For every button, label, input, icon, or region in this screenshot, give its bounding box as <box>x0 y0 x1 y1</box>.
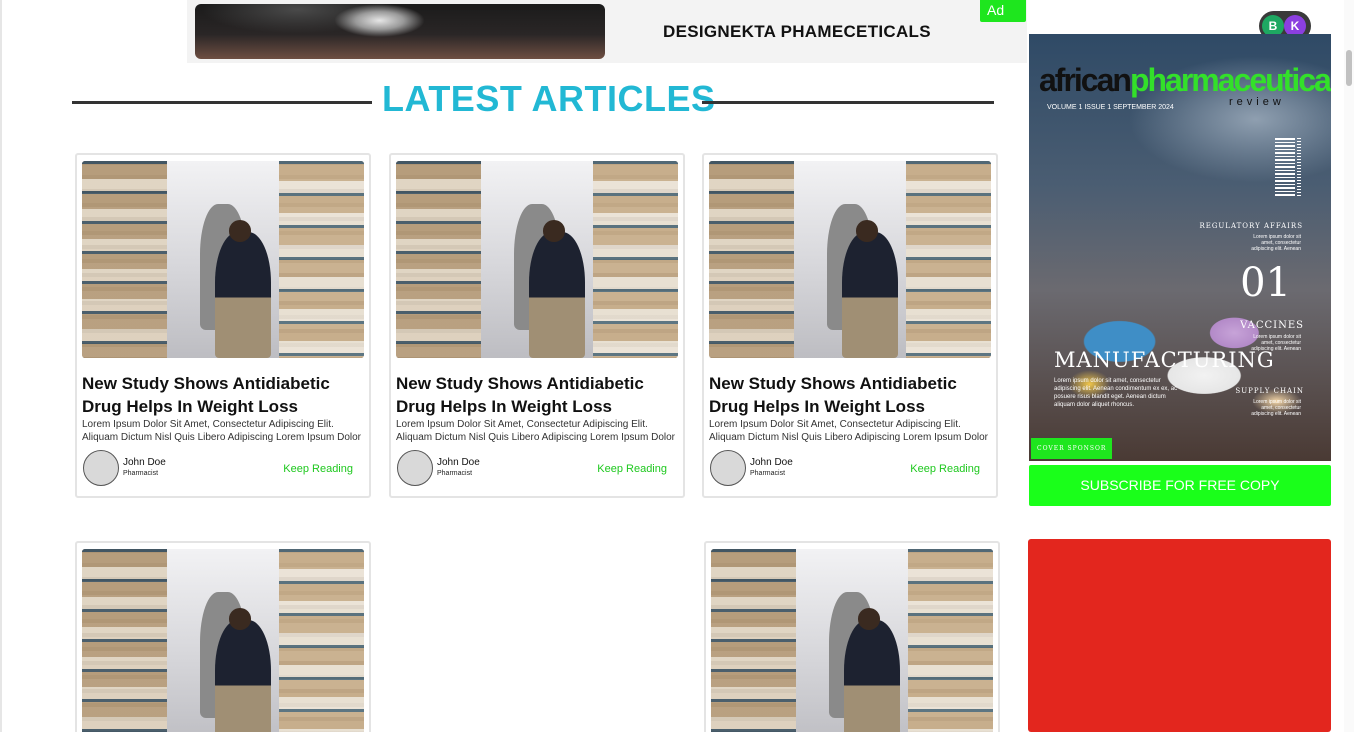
section-heading: LATEST ARTICLES <box>72 76 994 122</box>
cover-vaccines: VACCINES <box>1240 320 1304 331</box>
article-image[interactable] <box>396 161 678 358</box>
cover-sponsor-badge: COVER SPONSOR <box>1031 438 1113 459</box>
cover-regulatory: REGULATORY AFFAIRS <box>1199 222 1303 230</box>
cover-manufacturing-text: Lorem ipsum dolor sit amet, consectetur … <box>1054 378 1178 408</box>
article-excerpt: Lorem Ipsum Dolor Sit Amet, Consectetur … <box>396 419 675 443</box>
magazine-logo-sub: review <box>1229 96 1285 108</box>
ad-title: DESIGNEKTA PHAMECETICALS <box>663 22 931 41</box>
heading-divider-right <box>702 101 994 104</box>
sidebar-ad[interactable] <box>1028 539 1331 732</box>
author-role: Pharmacist <box>437 470 473 477</box>
cover-manufacturing: MANUFACTURING <box>1054 348 1275 372</box>
author-role: Pharmacist <box>750 470 786 477</box>
author-avatar <box>397 450 433 486</box>
author-role: Pharmacist <box>123 470 159 477</box>
barcode-text <box>1297 138 1301 196</box>
cover-supply-text: Lorem ipsum dolor sit amet, consectetur … <box>1251 399 1301 417</box>
scrollbar[interactable] <box>1344 0 1354 732</box>
article-image[interactable] <box>709 161 991 358</box>
page-edge <box>0 0 2 732</box>
article-card[interactable] <box>75 541 371 732</box>
ad-image[interactable] <box>195 4 605 59</box>
article-image[interactable] <box>711 549 993 732</box>
magazine-cover[interactable]: africanpharmaceutical review VOLUME 1 IS… <box>1029 34 1331 461</box>
article-title[interactable]: New Study Shows Antidiabetic Drug Helps … <box>709 372 994 418</box>
author-avatar <box>710 450 746 486</box>
subscribe-button[interactable]: SUBSCRIBE FOR FREE COPY <box>1029 465 1331 506</box>
article-excerpt: Lorem Ipsum Dolor Sit Amet, Consectetur … <box>82 419 361 443</box>
scrollbar-thumb[interactable] <box>1346 50 1352 86</box>
article-card[interactable] <box>704 541 1000 732</box>
ad-banner[interactable]: DESIGNEKTA PHAMECETICALS <box>187 0 1027 63</box>
keep-reading-link[interactable]: Keep Reading <box>283 463 353 475</box>
cover-supply-chain: SUPPLY CHAIN <box>1235 387 1304 395</box>
page-title: LATEST ARTICLES <box>382 78 716 119</box>
keep-reading-link[interactable]: Keep Reading <box>597 463 667 475</box>
ad-tag: Ad <box>980 0 1026 22</box>
article-card[interactable]: New Study Shows Antidiabetic Drug Helps … <box>75 153 371 498</box>
article-title[interactable]: New Study Shows Antidiabetic Drug Helps … <box>396 372 681 418</box>
heading-divider-left <box>72 101 372 104</box>
article-card[interactable]: New Study Shows Antidiabetic Drug Helps … <box>702 153 998 498</box>
cover-issue-number: 01 <box>1240 260 1291 306</box>
cover-regulatory-text: Lorem ipsum dolor sit amet, consectetur … <box>1251 234 1301 252</box>
magazine-logo: africanpharmaceutical <box>1039 62 1331 98</box>
article-excerpt: Lorem Ipsum Dolor Sit Amet, Consectetur … <box>709 419 988 443</box>
article-image[interactable] <box>82 161 364 358</box>
article-title[interactable]: New Study Shows Antidiabetic Drug Helps … <box>82 372 367 418</box>
author-name: John Doe <box>437 457 480 468</box>
author-avatar <box>83 450 119 486</box>
article-card[interactable]: New Study Shows Antidiabetic Drug Helps … <box>389 153 685 498</box>
author-name: John Doe <box>750 457 793 468</box>
author-name: John Doe <box>123 457 166 468</box>
keep-reading-link[interactable]: Keep Reading <box>910 463 980 475</box>
article-image[interactable] <box>82 549 364 732</box>
magazine-volume: VOLUME 1 ISSUE 1 SEPTEMBER 2024 <box>1047 104 1174 111</box>
barcode-icon <box>1275 138 1295 196</box>
